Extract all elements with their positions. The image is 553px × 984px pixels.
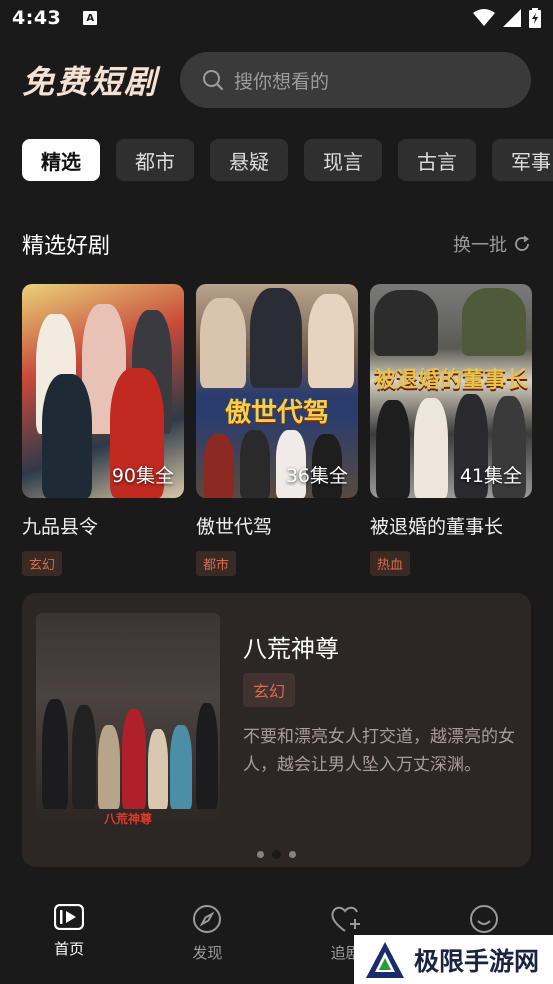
genre-tag: 玄幻 (22, 551, 63, 576)
search-bar[interactable]: 搜你想看的 (180, 52, 531, 108)
battery-icon (529, 8, 541, 28)
refresh-icon (515, 235, 530, 251)
drama-title: 傲世代驾 (196, 516, 273, 538)
section-title: 精选好剧 (22, 234, 111, 259)
tab-modern-romance[interactable]: 现言 (304, 139, 382, 181)
drama-title: 九品县令 (22, 516, 99, 538)
search-placeholder: 搜你想看的 (234, 70, 330, 93)
heart-plus-icon (331, 906, 360, 932)
smile-icon (469, 905, 498, 933)
featured-genre-tag: 玄幻 (243, 673, 296, 707)
nav-label: 首页 (54, 940, 85, 958)
status-time: 4:43 (12, 7, 62, 29)
drama-poster[interactable]: 被退婚的董事长 41集全 (370, 284, 532, 498)
carousel-dot-active[interactable] (272, 850, 281, 859)
featured-description: 不要和漂亮女人打交道，越漂亮的女人，越会让男人坠入万丈深渊。 (243, 727, 515, 775)
nav-discover[interactable]: 发现 (138, 890, 276, 984)
section-header: 精选好剧 换一批 (22, 228, 531, 260)
compass-icon (193, 905, 222, 933)
episode-count: 36集全 (285, 465, 348, 487)
episode-count: 41集全 (459, 465, 522, 487)
watermark-text: 极限手游网 (414, 946, 540, 976)
search-icon (203, 70, 224, 91)
featured-thumb-title: 八荒神尊 (103, 812, 152, 826)
signal-icon (503, 9, 521, 27)
featured-thumbnail[interactable]: 八荒神尊 (36, 613, 220, 827)
drama-card[interactable]: 傲世代驾 36集全 傲世代驾 都市 (196, 284, 358, 576)
status-icons (473, 8, 541, 28)
app-logo: 免费短剧 (22, 63, 159, 101)
nav-label: 发现 (192, 944, 223, 962)
poster-title-art: 傲世代驾 (224, 398, 329, 428)
play-icon (54, 904, 85, 930)
watermark-logo-icon (366, 941, 404, 978)
tab-featured[interactable]: 精选 (22, 139, 100, 181)
drama-title: 被退婚的董事长 (370, 516, 504, 538)
refresh-button[interactable]: 换一批 (453, 231, 531, 257)
site-watermark: 极限手游网 (354, 935, 553, 984)
wifi-icon (473, 9, 495, 26)
featured-banner[interactable]: 八荒神尊 八荒神尊 玄幻 不要和漂亮女人打交道，越漂亮的女人，越会让男人坠入万丈… (22, 593, 531, 867)
carousel-dots (22, 850, 531, 859)
a-badge-icon: A (83, 11, 98, 25)
tab-suspense[interactable]: 悬疑 (210, 139, 288, 181)
carousel-dot[interactable] (289, 851, 296, 858)
tab-military[interactable]: 军事 (492, 139, 553, 181)
tab-urban[interactable]: 都市 (116, 139, 194, 181)
drama-card[interactable]: 90集全 九品县令 玄幻 (22, 284, 184, 576)
drama-card[interactable]: 被退婚的董事长 41集全 被退婚的董事长 热血 (370, 284, 532, 576)
drama-poster[interactable]: 90集全 (22, 284, 184, 498)
poster-title-art: 被退婚的董事长 (373, 367, 528, 393)
app-header: 免费短剧 搜你想看的 (0, 50, 553, 110)
genre-tag: 都市 (196, 551, 237, 576)
refresh-label: 换一批 (453, 235, 507, 256)
category-tabs: 精选 都市 悬疑 现言 古言 军事 (22, 139, 553, 181)
tab-ancient-romance[interactable]: 古言 (398, 139, 476, 181)
episode-count: 90集全 (111, 465, 174, 487)
status-bar: 4:43 A (0, 0, 553, 36)
featured-title: 八荒神尊 (243, 635, 339, 663)
drama-poster[interactable]: 傲世代驾 36集全 (196, 284, 358, 498)
nav-home[interactable]: 首页 (0, 890, 138, 984)
carousel-dot[interactable] (257, 851, 264, 858)
drama-card-row: 90集全 九品县令 玄幻 傲世代驾 36集全 傲世代驾 都市 被退婚的董事长 4… (22, 284, 532, 576)
genre-tag: 热血 (370, 551, 411, 576)
